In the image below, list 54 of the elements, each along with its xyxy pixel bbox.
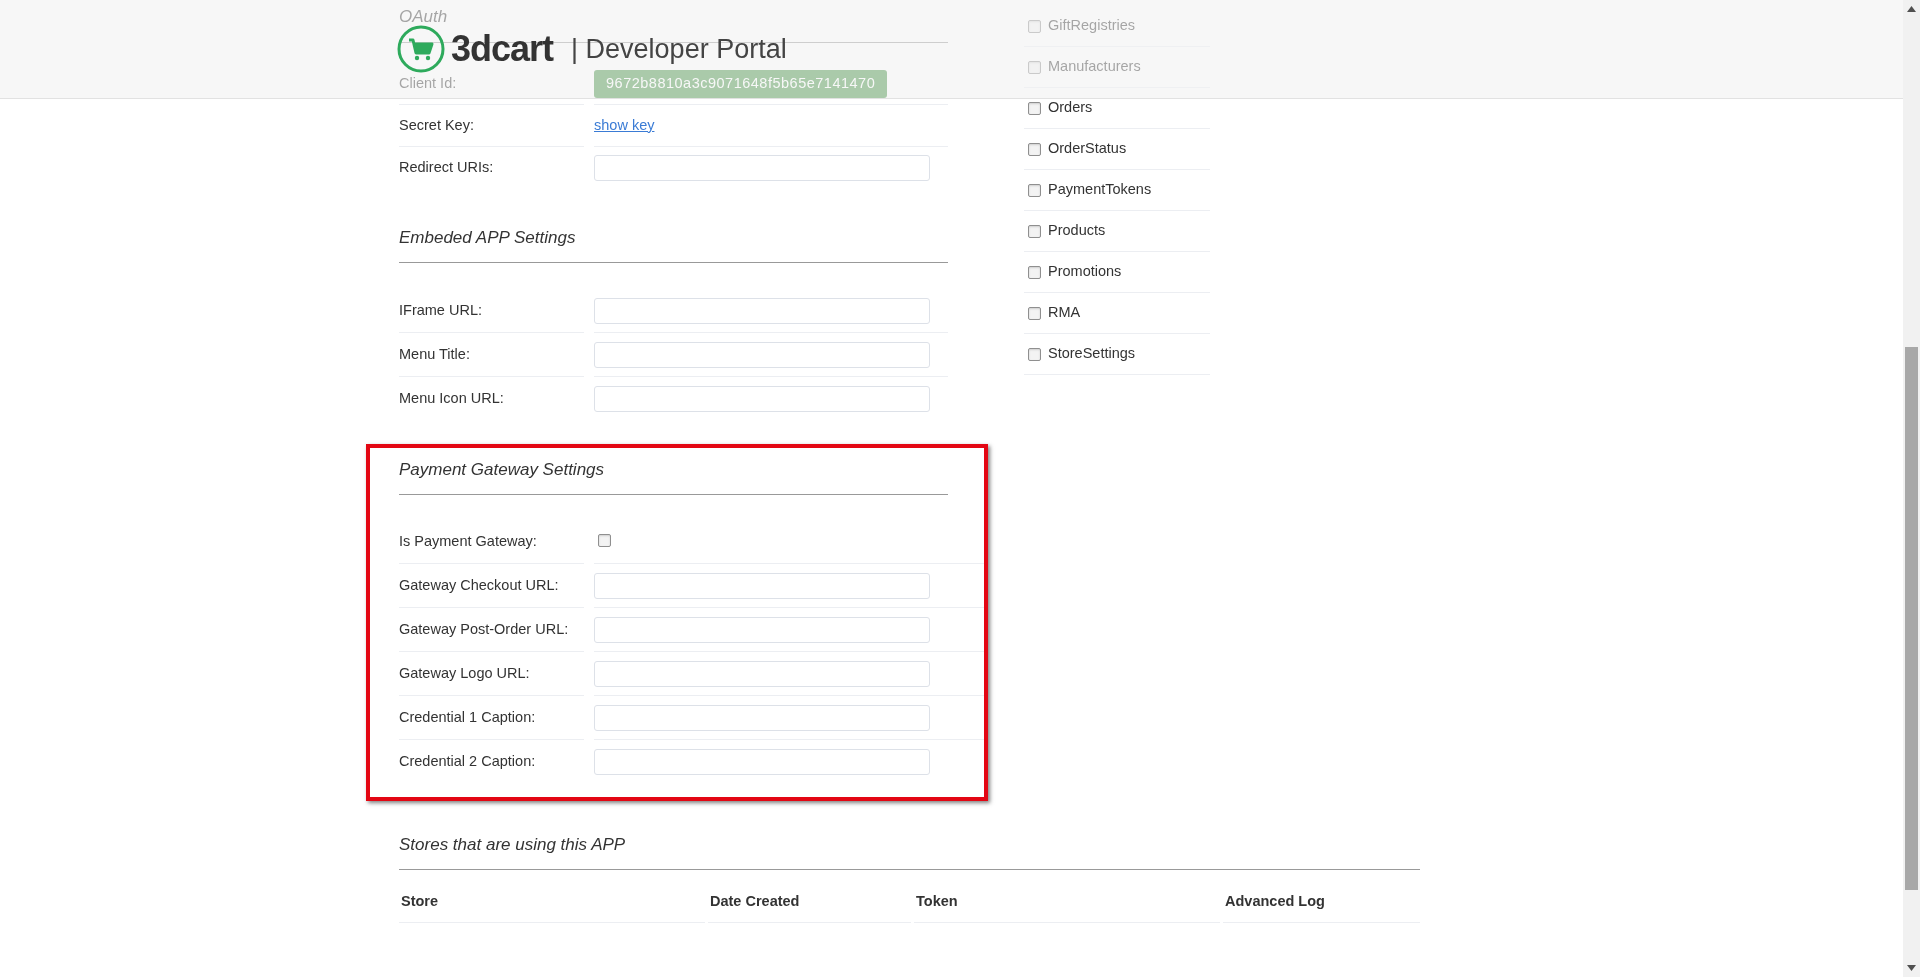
permission-label: Products [1048, 221, 1106, 241]
input-field[interactable] [594, 386, 930, 412]
checkbox[interactable] [1028, 306, 1041, 320]
section-heading: Payment Gateway Settings [399, 458, 948, 495]
permission-label: PaymentTokens [1048, 180, 1152, 200]
field-label: Redirect URIs: [399, 158, 494, 178]
field-label: Credential 1 Caption: [399, 707, 536, 727]
client-id-value: 9672b8810a3c9071648f5b65e7141470 [594, 69, 888, 98]
checkbox[interactable] [1028, 265, 1041, 279]
permission-label: OrderStatus [1048, 139, 1127, 159]
permission-label: Orders [1048, 98, 1093, 118]
checkbox[interactable] [1028, 183, 1041, 197]
input-field[interactable] [594, 155, 930, 181]
column-header: Token [915, 892, 958, 912]
input-field[interactable] [594, 297, 930, 324]
permission-label: Promotions [1048, 262, 1122, 282]
permission-label: RMA [1048, 303, 1081, 323]
permission-label: Manufacturers [1048, 57, 1141, 77]
permission-label: GiftRegistries [1048, 16, 1136, 36]
input-field[interactable] [594, 341, 930, 368]
field-label: Gateway Checkout URL: [399, 575, 559, 595]
scroll-down-icon[interactable] [1907, 965, 1916, 971]
input-field[interactable] [594, 749, 930, 775]
checkbox[interactable] [1028, 60, 1041, 74]
scrollbar-thumb[interactable] [1905, 347, 1918, 890]
section-heading: Embeded APP Settings [399, 226, 948, 263]
checkbox[interactable] [1028, 142, 1041, 156]
checkbox[interactable] [1028, 224, 1041, 238]
checkbox[interactable] [1028, 19, 1041, 33]
column-header: Store [400, 892, 439, 912]
input-field[interactable] [594, 704, 930, 731]
checkbox[interactable] [598, 533, 611, 547]
field-label: Secret Key: [399, 115, 474, 135]
section-heading: Stores that are using this APP [399, 833, 1420, 870]
cart-logo-icon [397, 25, 445, 73]
column-header: Date Created [709, 892, 800, 912]
field-label: IFrame URL: [399, 300, 482, 320]
field-label: Credential 2 Caption: [399, 752, 536, 772]
column-header: Advanced Log [1224, 892, 1325, 912]
permission-label: StoreSettings [1048, 344, 1136, 364]
scroll-up-icon[interactable] [1907, 6, 1916, 12]
checkbox[interactable] [1028, 101, 1041, 115]
show-key-link[interactable]: show key [594, 114, 655, 137]
scrollbar[interactable] [1903, 0, 1920, 977]
checkbox[interactable] [1028, 347, 1041, 361]
field-label: Menu Icon URL: [399, 389, 504, 409]
input-field[interactable] [594, 572, 930, 599]
field-label: Gateway Post-Order URL: [399, 619, 569, 639]
field-label: Menu Title: [399, 344, 470, 364]
field-label: Is Payment Gateway: [399, 531, 537, 551]
field-label: Client Id: [399, 73, 457, 93]
input-field[interactable] [594, 660, 930, 687]
field-label: Gateway Logo URL: [399, 663, 530, 683]
input-field[interactable] [594, 616, 930, 643]
